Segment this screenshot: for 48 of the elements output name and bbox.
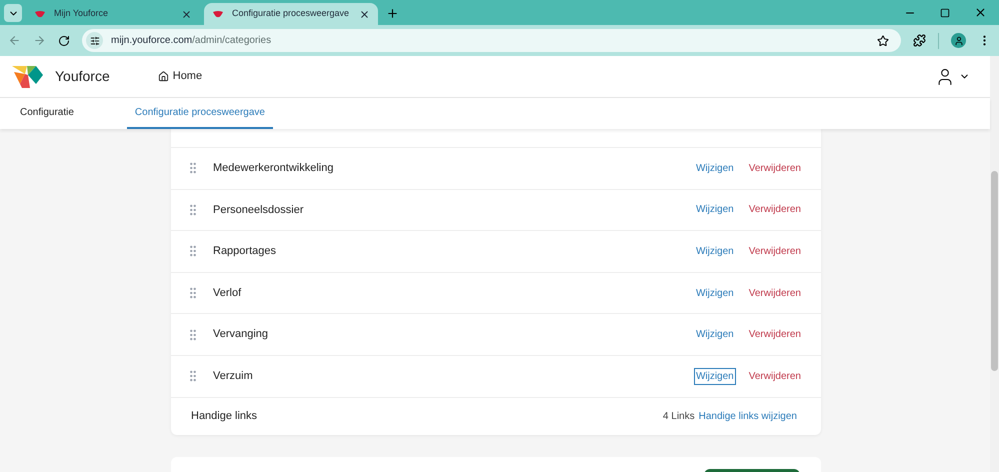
browser-tab[interactable]: Mijn Youforce [26,3,200,25]
browser-tab[interactable]: Configuratie procesweergave [204,3,378,25]
category-name: Verzuim [213,369,254,384]
tab-title: Mijn Youforce [54,7,110,20]
edit-link[interactable]: Wijzigen [694,160,736,177]
close-icon[interactable] [181,8,192,20]
tab-title: Configuratie procesweergave [232,7,350,20]
site-settings-icon[interactable] [90,36,100,46]
restore-icon[interactable] [940,8,950,18]
category-name: Medewerkerontwikkeling [213,161,334,176]
links-label: Handige links [191,408,258,424]
sub-nav-tab[interactable]: Configuratie [12,98,82,129]
edit-link[interactable]: Wijzigen [694,368,736,385]
home-link[interactable]: Home [158,68,202,85]
links-count: 4 Links [662,410,695,424]
edit-link[interactable]: Wijzigen [694,284,736,302]
tab-list-button[interactable] [4,4,22,22]
category-name: Vervanging [213,327,270,342]
url-text: mijn.youforce.com/admin/categories [111,34,272,48]
edit-link[interactable]: Wijzigen [694,326,736,344]
lips-icon [34,10,46,18]
bookmark-star-icon[interactable] [877,34,889,46]
delete-link[interactable]: Verwijderen [748,368,801,384]
profile-avatar[interactable] [951,33,966,48]
extensions-icon[interactable] [913,34,926,47]
reload-icon[interactable] [58,34,70,46]
delete-link[interactable]: Verwijderen [748,202,801,218]
logo-icon [12,66,43,88]
category-name: Rapportages [213,244,277,260]
lips-icon [212,10,224,18]
address-field[interactable]: mijn.youforce.com/admin/categories [82,29,901,52]
edit-link[interactable]: Wijzigen [694,201,736,218]
category-name: Personeelsdossier [213,202,304,218]
delete-link[interactable]: Verwijderen [748,160,801,176]
scrollbar-thumb[interactable] [991,171,998,371]
brand-name: Youforce [55,67,110,86]
edit-link[interactable]: Wijzigen [694,242,736,260]
back-icon[interactable] [8,34,21,47]
forward-icon[interactable] [33,34,46,47]
delete-link[interactable]: Verwijderen [748,286,801,301]
close-icon[interactable] [359,8,370,20]
delete-link[interactable]: Verwijderen [748,327,801,342]
close-window-icon[interactable] [974,6,987,19]
home-icon [158,71,169,82]
category-name: Verlof [213,286,242,301]
edit-links-link[interactable]: Handige links wijzigen [698,408,797,424]
new-tab-icon[interactable] [386,7,399,20]
delete-link[interactable]: Verwijderen [748,244,801,259]
